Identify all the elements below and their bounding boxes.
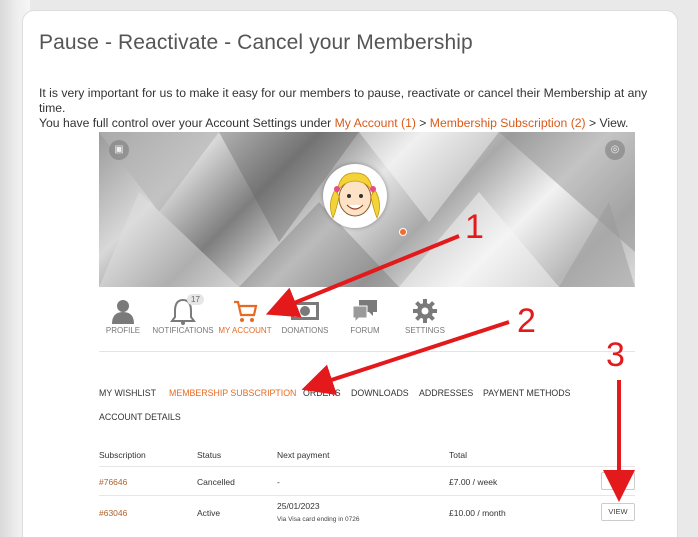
arrow-1 [265,234,460,318]
intro-line-2-prefix: You have full control over your Account … [39,116,335,130]
intro-line-2: You have full control over your Account … [39,116,669,131]
annotation-1: 1 [465,208,484,246]
page-title: Pause - Reactivate - Cancel your Members… [39,31,473,54]
annotation-3: 3 [606,336,625,374]
annotation-arrows [265,234,635,502]
membership-subscription-link[interactable]: Membership Subscription (2) [430,116,586,130]
intro-line-2-suffix: > View. [585,116,629,130]
arrow-2 [301,320,510,396]
my-account-link[interactable]: My Account (1) [335,116,416,130]
intro-text: It is very important for us to make it e… [39,86,669,131]
account-screenshot: ▣ ◎ PROFILE 17 NOTIFICATIONS MY ACCOUNT … [99,132,635,537]
content-card: Pause - Reactivate - Cancel your Members… [22,10,678,537]
annotation-2: 2 [517,302,536,340]
intro-separator: > [415,116,430,130]
intro-line-1: It is very important for us to make it e… [39,86,648,115]
